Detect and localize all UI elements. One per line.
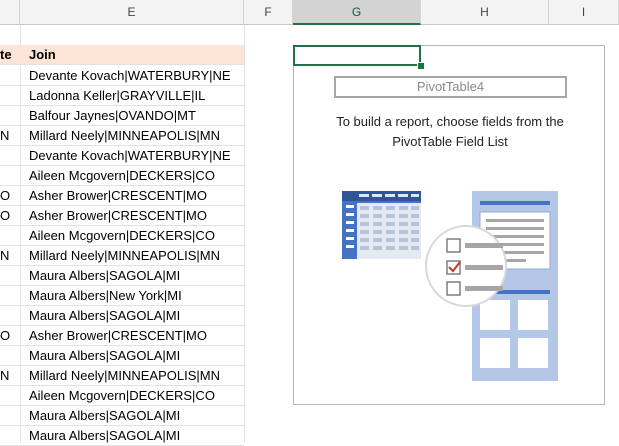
- header-cell-join[interactable]: Join: [20, 45, 244, 65]
- pivot-field-list-illustration: [342, 191, 558, 381]
- cell-join[interactable]: Asher Brower|CRESCENT|MO: [20, 186, 244, 206]
- column-header-e[interactable]: E: [20, 0, 244, 25]
- cell-join[interactable]: Devante Kovach|WATERBURY|NE: [20, 66, 244, 86]
- cell-join[interactable]: Aileen Mcgovern|DECKERS|CO: [20, 166, 244, 186]
- column-header-d[interactable]: [0, 0, 20, 25]
- cell-d[interactable]: [0, 426, 20, 446]
- cell-d[interactable]: N: [0, 366, 20, 386]
- cell-join[interactable]: Millard Neely|MINNEAPOLIS|MN: [20, 246, 244, 266]
- column-header-f[interactable]: F: [244, 0, 293, 25]
- cell-d[interactable]: O: [0, 206, 20, 226]
- pivot-instructions: To build a report, choose fields from th…: [304, 112, 596, 152]
- cell-join[interactable]: Ladonna Keller|GRAYVILLE|IL: [20, 86, 244, 106]
- cell-join[interactable]: Maura Albers|SAGOLA|MI: [20, 306, 244, 326]
- cell-d[interactable]: [0, 106, 20, 126]
- checkbox-list-magnifier-icon: [425, 225, 507, 307]
- column-header-h[interactable]: H: [421, 0, 549, 25]
- cell-join[interactable]: Maura Albers|SAGOLA|MI: [20, 426, 244, 446]
- cell-d[interactable]: [0, 86, 20, 106]
- pivot-instructions-line2: PivotTable Field List: [392, 134, 508, 149]
- cell-d[interactable]: [0, 226, 20, 246]
- cell-join[interactable]: Maura Albers|SAGOLA|MI: [20, 406, 244, 426]
- cell-join[interactable]: Aileen Mcgovern|DECKERS|CO: [20, 386, 244, 406]
- pivot-table-placeholder[interactable]: PivotTable4 To build a report, choose fi…: [293, 45, 605, 405]
- active-cell-selection[interactable]: [293, 45, 421, 66]
- cell-join[interactable]: Maura Albers|SAGOLA|MI: [20, 266, 244, 286]
- cell-join[interactable]: Maura Albers|SAGOLA|MI: [20, 346, 244, 366]
- cell-join[interactable]: Aileen Mcgovern|DECKERS|CO: [20, 226, 244, 246]
- cell-d[interactable]: [0, 386, 20, 406]
- cell-join[interactable]: Asher Brower|CRESCENT|MO: [20, 326, 244, 346]
- cell-d[interactable]: [0, 286, 20, 306]
- cell-join[interactable]: Balfour Jaynes|OVANDO|MT: [20, 106, 244, 126]
- column-header-i[interactable]: I: [549, 0, 619, 25]
- cell-join[interactable]: Maura Albers|New York|MI: [20, 286, 244, 306]
- cell-d[interactable]: [0, 166, 20, 186]
- table-grid-icon: [342, 191, 421, 259]
- cell-join[interactable]: Asher Brower|CRESCENT|MO: [20, 206, 244, 226]
- cell-d[interactable]: N: [0, 246, 20, 266]
- cell-d[interactable]: [0, 266, 20, 286]
- cell-d[interactable]: O: [0, 186, 20, 206]
- cell-join[interactable]: Devante Kovach|WATERBURY|NE: [20, 146, 244, 166]
- fill-handle[interactable]: [417, 62, 425, 70]
- cell-join[interactable]: Millard Neely|MINNEAPOLIS|MN: [20, 366, 244, 386]
- cell-join[interactable]: Millard Neely|MINNEAPOLIS|MN: [20, 126, 244, 146]
- pivot-table-name: PivotTable4: [334, 76, 567, 98]
- cell-d[interactable]: [0, 346, 20, 366]
- cell-d[interactable]: [0, 66, 20, 86]
- cell-d[interactable]: [0, 406, 20, 426]
- cell-d[interactable]: [0, 306, 20, 326]
- cell-d[interactable]: N: [0, 126, 20, 146]
- cell-d[interactable]: [0, 146, 20, 166]
- grid-line: [244, 25, 245, 443]
- header-cell-d[interactable]: te: [0, 45, 20, 65]
- cell-d[interactable]: O: [0, 326, 20, 346]
- column-header-g[interactable]: G: [293, 0, 421, 25]
- pivot-instructions-line1: To build a report, choose fields from th…: [336, 114, 564, 129]
